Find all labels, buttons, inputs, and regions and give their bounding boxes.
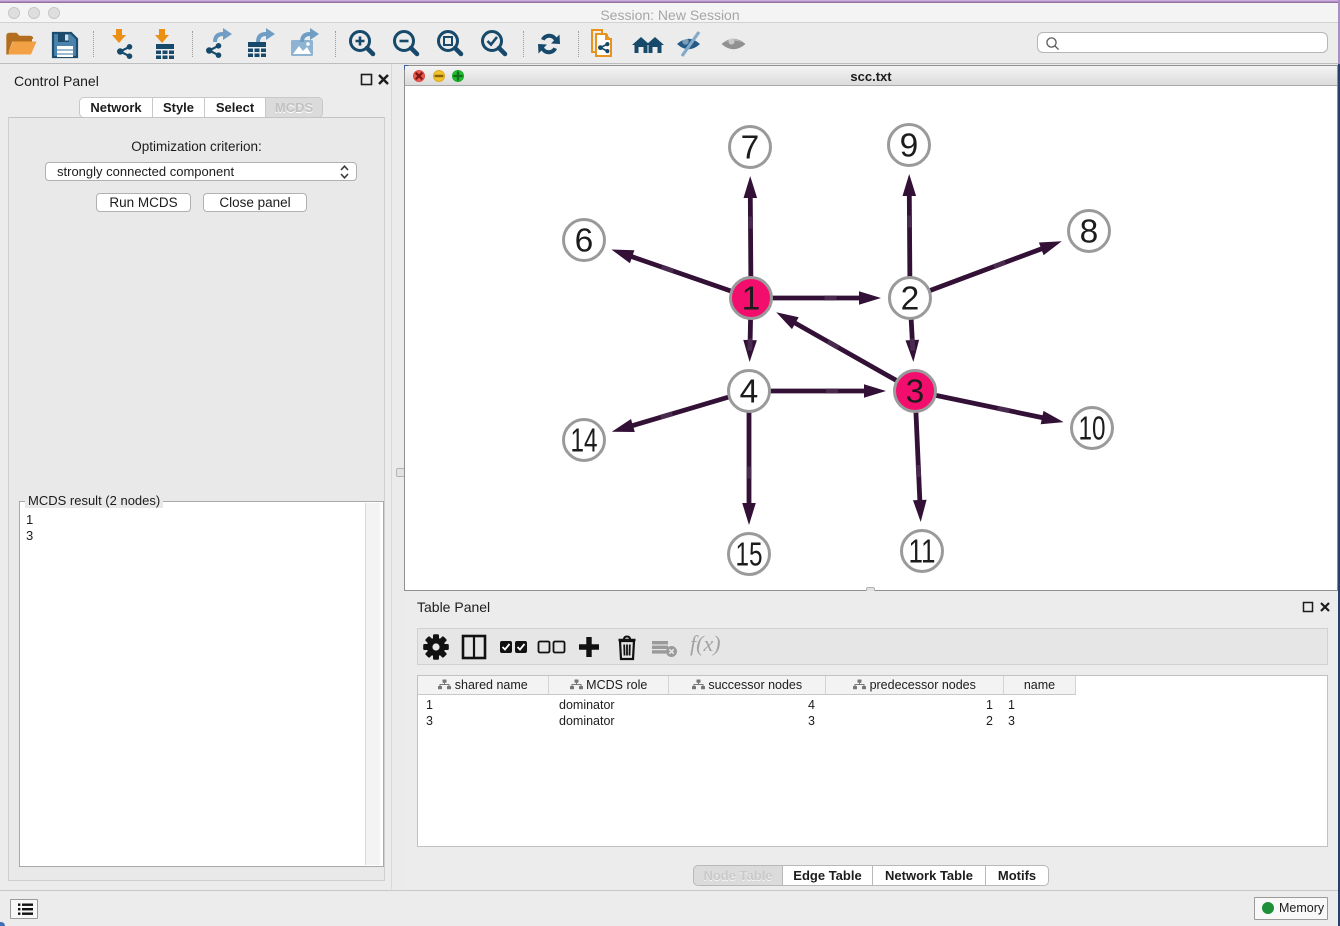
svg-text:2: 2 — [901, 281, 920, 318]
svg-text:8: 8 — [1080, 214, 1099, 251]
svg-text:10: 10 — [1079, 411, 1106, 448]
svg-text:6: 6 — [575, 223, 594, 260]
svg-text:14: 14 — [571, 423, 598, 460]
svg-text:3: 3 — [906, 374, 925, 411]
svg-text:4: 4 — [740, 374, 759, 411]
svg-text:15: 15 — [736, 537, 763, 574]
svg-text:11: 11 — [909, 534, 936, 571]
svg-text:1: 1 — [742, 281, 761, 318]
svg-text:7: 7 — [741, 130, 760, 167]
svg-text:9: 9 — [900, 128, 919, 165]
